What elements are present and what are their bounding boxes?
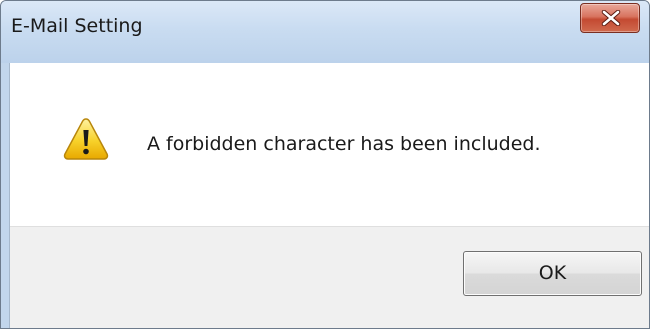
ok-button[interactable]: OK xyxy=(463,251,642,296)
message-area: A forbidden character has been included. xyxy=(10,63,649,226)
message-text: A forbidden character has been included. xyxy=(147,133,541,155)
title-bar[interactable]: E-Mail Setting xyxy=(1,1,649,63)
close-icon xyxy=(601,10,621,26)
warning-icon xyxy=(63,118,109,160)
dialog-window: E-Mail Setting A forbidden character has… xyxy=(0,0,650,329)
dialog-client-area: A forbidden character has been included.… xyxy=(9,63,649,328)
window-title: E-Mail Setting xyxy=(11,15,143,37)
close-button[interactable] xyxy=(580,3,640,33)
button-bar: OK xyxy=(10,226,649,328)
